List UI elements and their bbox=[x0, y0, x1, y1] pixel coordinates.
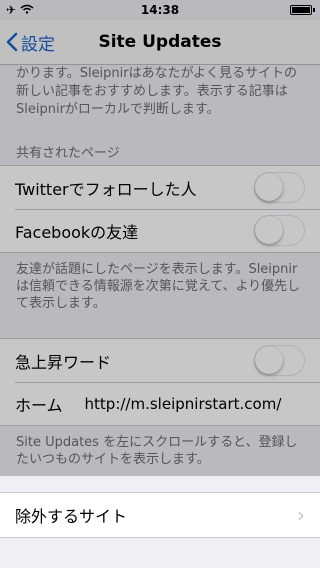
trend-footer-note: Site Updates を左にスクロールすると、登録したいつものサイトを表示し… bbox=[16, 435, 298, 467]
section-header-shared: 共有されたページ bbox=[16, 146, 120, 161]
back-label: 設定 bbox=[21, 34, 55, 55]
facebook-label: Facebookの友達 bbox=[15, 222, 139, 242]
shared-group: Twitterでフォローした人 Facebookの友達 bbox=[0, 165, 320, 253]
chevron-right-icon: › bbox=[297, 503, 305, 527]
page-title: Site Updates bbox=[98, 32, 222, 52]
trend-group: 急上昇ワード ホーム http://m.sleipnirstart.com/ bbox=[0, 338, 320, 426]
exclude-group: 除外するサイト › bbox=[0, 492, 320, 538]
airplane-icon: ✈ bbox=[6, 3, 17, 17]
exclude-sites-label: 除外するサイト bbox=[15, 507, 128, 526]
trending-words-toggle[interactable] bbox=[254, 345, 305, 376]
home-url-value: http://m.sleipnirstart.com/ bbox=[84, 394, 282, 413]
exclude-sites-row[interactable]: 除外するサイト › bbox=[0, 493, 320, 537]
battery-icon bbox=[290, 5, 315, 15]
home-label: ホーム bbox=[15, 395, 63, 415]
status-bar: ✈ 14:38 bbox=[0, 0, 320, 20]
settings-content: かります。Sleipnirはあなたがよく見るサイトの新しい記事をおすすめします。… bbox=[0, 65, 320, 538]
trending-words-row: 急上昇ワード bbox=[0, 339, 320, 382]
home-row[interactable]: ホーム http://m.sleipnirstart.com/ bbox=[0, 382, 320, 425]
toggle-knob bbox=[255, 216, 283, 244]
twitter-label: Twitterでフォローした人 bbox=[15, 179, 197, 199]
wifi-icon bbox=[20, 3, 34, 17]
navigation-bar: 設定 Site Updates bbox=[0, 20, 320, 65]
toggle-knob bbox=[255, 346, 283, 374]
toggle-knob bbox=[255, 173, 283, 201]
description-note: かります。Sleipnirはあなたがよく見るサイトの新しい記事をおすすめします。… bbox=[16, 66, 297, 117]
twitter-row: Twitterでフォローした人 bbox=[0, 166, 320, 209]
trending-words-label: 急上昇ワード bbox=[15, 352, 112, 372]
chevron-left-icon bbox=[6, 32, 18, 52]
back-button[interactable]: 設定 bbox=[6, 20, 55, 64]
status-time: 14:38 bbox=[140, 3, 180, 17]
shared-footer-note: 友達が話題にしたページを表示します。Sleipnirは信頼できる情報源を次第に覚… bbox=[16, 262, 301, 311]
facebook-toggle[interactable] bbox=[254, 215, 305, 246]
status-left: ✈ bbox=[6, 3, 34, 17]
facebook-row: Facebookの友達 bbox=[0, 209, 320, 252]
twitter-toggle[interactable] bbox=[254, 172, 305, 203]
